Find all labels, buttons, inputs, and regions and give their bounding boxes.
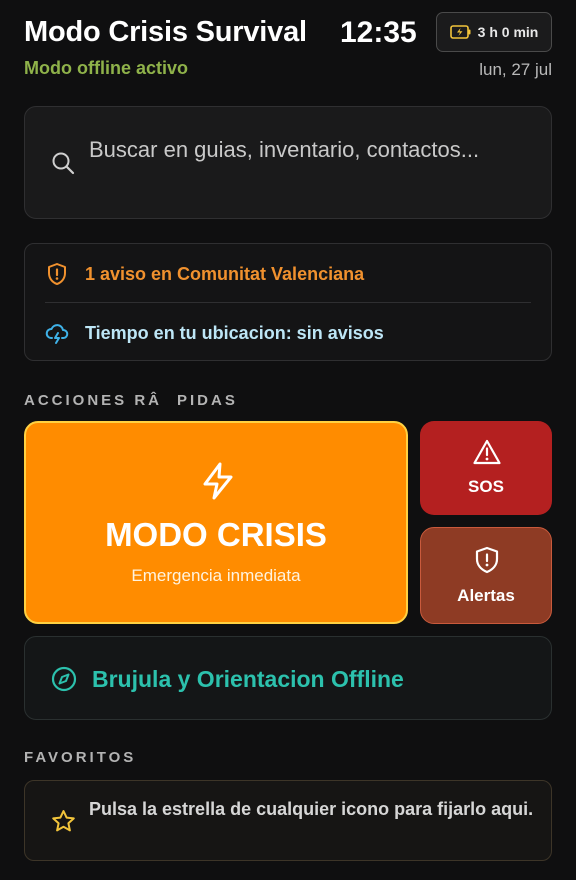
alerts-button[interactable]: Alertas — [420, 527, 552, 624]
shield-alert-icon — [45, 262, 69, 286]
alerts-label: Alertas — [457, 586, 515, 605]
compass-icon — [51, 666, 77, 692]
date: lun, 27 jul — [479, 60, 552, 79]
crisis-subtitle: Emergencia inmediata — [131, 566, 301, 585]
sos-label: SOS — [468, 477, 504, 496]
search-icon — [51, 151, 75, 175]
app-header: Modo Crisis Survival Modo offline activo… — [24, 12, 552, 82]
search-placeholder: Buscar en guias, inventario, contactos..… — [89, 137, 480, 162]
crisis-mode-button[interactable]: MODO CRISIS Emergencia inmediata — [24, 421, 408, 624]
search-input[interactable]: Buscar en guias, inventario, contactos..… — [24, 106, 552, 219]
shield-alert-icon — [474, 546, 500, 574]
regional-alert-row[interactable]: 1 aviso en Comunitat Valenciana — [45, 259, 531, 289]
battery-time: 3 h 0 min — [477, 24, 539, 40]
quick-actions-heading: ACCIONES RÂPIDAS — [24, 392, 238, 409]
weather-alert-text: Tiempo en tu ubicacion: sin avisos — [85, 322, 384, 343]
lightning-icon — [198, 461, 238, 501]
clock: 12:35 — [340, 16, 417, 49]
favorites-empty-card: Pulsa la estrella de cualquier icono par… — [24, 780, 552, 861]
favorites-heading: FAVORITOS — [24, 749, 137, 766]
star-icon — [51, 809, 76, 834]
alerts-panel: 1 aviso en Comunitat Valenciana Tiempo e… — [24, 243, 552, 361]
battery-charging-icon — [449, 25, 472, 39]
weather-alert-row[interactable]: Tiempo en tu ubicacion: sin avisos — [45, 318, 531, 348]
battery-badge: 3 h 0 min — [436, 12, 552, 52]
warning-triangle-icon — [473, 439, 501, 465]
regional-alert-text: 1 aviso en Comunitat Valenciana — [85, 263, 365, 284]
sos-button[interactable]: SOS — [420, 421, 552, 515]
divider — [45, 302, 531, 303]
crisis-title: MODO CRISIS — [105, 516, 327, 553]
compass-button[interactable]: Brujula y Orientacion Offline — [24, 636, 552, 720]
favorites-empty-message: Pulsa la estrella de cualquier icono par… — [89, 799, 534, 819]
cloud-lightning-icon — [45, 321, 69, 345]
compass-label: Brujula y Orientacion Offline — [92, 666, 404, 692]
app-title: Modo Crisis Survival — [24, 16, 307, 48]
offline-status: Modo offline activo — [24, 58, 188, 78]
